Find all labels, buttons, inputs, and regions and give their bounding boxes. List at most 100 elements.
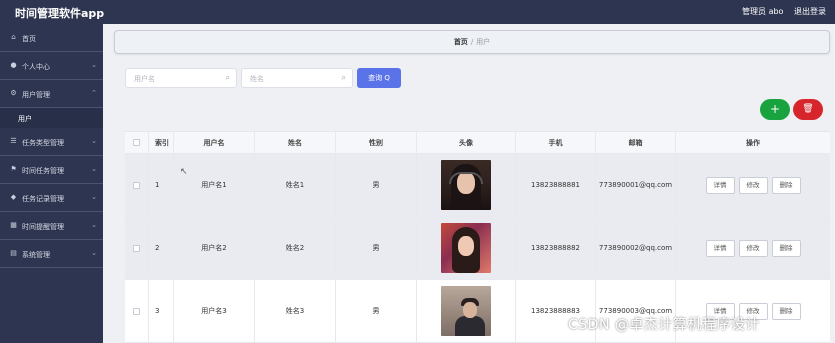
cell-username: 用户名3 xyxy=(174,280,255,342)
sidebar-item-home[interactable]: ⌂ 首页 xyxy=(0,24,103,52)
avatar xyxy=(441,160,491,210)
sidebar-item-time-task[interactable]: ⚑ 时间任务管理 ⌄ xyxy=(0,156,103,184)
grid-icon: ▦ xyxy=(10,221,17,229)
detail-button[interactable]: 详情 xyxy=(705,239,735,257)
sidebar-subitem-users[interactable]: 用户 xyxy=(0,108,103,128)
cell-email: 773890002@qq.com xyxy=(596,217,676,279)
table-row: 1 用户名1 姓名1 男 13823888881 773890001@qq.co… xyxy=(125,154,830,217)
sidebar-item-task-record[interactable]: ◆ 任务记录管理 ⌄ xyxy=(0,184,103,212)
sidebar-item-label: 任务类型管理 xyxy=(22,139,64,147)
batch-delete-button[interactable]: 🗑 xyxy=(793,99,823,120)
cell-index: 2 xyxy=(149,217,174,279)
edit-button[interactable]: 修改 xyxy=(738,176,768,194)
sidebar-item-time-reminder[interactable]: ▦ 时间提醒管理 ⌄ xyxy=(0,212,103,240)
mouse-cursor-icon: ↖ xyxy=(180,167,188,177)
list-icon: ☰ xyxy=(10,137,17,145)
table-row: 2 用户名2 姓名2 男 13823888882 773890002@qq.co… xyxy=(125,217,830,280)
row-checkbox[interactable] xyxy=(133,181,140,189)
chevron-down-icon: ⌄ xyxy=(91,61,97,69)
sidebar-item-label: 系统管理 xyxy=(22,251,50,259)
row-select-cell xyxy=(125,280,149,342)
breadcrumb-home[interactable]: 首页 xyxy=(454,38,468,46)
user-area: 管理员 abo 退出登录 xyxy=(734,6,826,17)
row-select-cell xyxy=(125,217,149,279)
breadcrumb-separator: / xyxy=(470,38,474,46)
user-table: 索引 用户名 姓名 性别 头像 手机 邮箱 操作 1 用户名1 姓名1 男 13… xyxy=(125,131,830,343)
header-name: 姓名 xyxy=(255,132,336,153)
cell-index: 1 xyxy=(149,154,174,216)
header-sex: 性别 xyxy=(336,132,417,153)
plus-icon: + xyxy=(769,102,781,116)
delete-button[interactable]: 删除 xyxy=(771,239,801,257)
cell-name: 姓名2 xyxy=(255,217,336,279)
query-button[interactable]: 查询 Q xyxy=(357,68,401,88)
select-all-cell xyxy=(125,132,149,153)
sidebar-item-system[interactable]: ▤ 系统管理 ⌄ xyxy=(0,240,103,268)
header-ops: 操作 xyxy=(746,138,760,147)
flag-icon: ⚑ xyxy=(10,165,17,173)
table-header-row: 索引 用户名 姓名 性别 头像 手机 邮箱 操作 xyxy=(125,132,830,154)
user-icon: ● xyxy=(10,61,17,69)
sidebar: ⌂ 首页 ● 个人中心 ⌄ ⚙ 用户管理 ⌃ 用户 ☰ 任务类型管理 ⌄ ⚑ 时… xyxy=(0,24,103,343)
sidebar-item-label: 任务记录管理 xyxy=(22,195,64,203)
header-username: 用户名 xyxy=(174,132,255,153)
avatar xyxy=(441,286,491,336)
cell-avatar xyxy=(417,280,516,342)
cell-name: 姓名1 xyxy=(255,154,336,216)
sidebar-item-task-type[interactable]: ☰ 任务类型管理 ⌄ xyxy=(0,128,103,156)
sidebar-item-user-management[interactable]: ⚙ 用户管理 ⌃ xyxy=(0,80,103,108)
chevron-up-icon: ⌃ xyxy=(91,89,97,97)
header-index: 索引 xyxy=(149,132,174,153)
sidebar-item-personal-center[interactable]: ● 个人中心 ⌄ xyxy=(0,52,103,80)
cell-name: 姓名3 xyxy=(255,280,336,342)
search-icon: ⌕ xyxy=(341,73,346,82)
username-placeholder: 用户名 xyxy=(134,75,155,83)
cell-sex: 男 xyxy=(336,154,417,216)
chevron-down-icon: ⌄ xyxy=(91,137,97,145)
watermark: CSDN @卓杰计算机程序设计 xyxy=(568,317,760,333)
chevron-down-icon: ⌄ xyxy=(91,221,97,229)
header-avatar: 头像 xyxy=(417,132,516,153)
logout-link[interactable]: 退出登录 xyxy=(794,7,826,16)
chevron-down-icon: ⌄ xyxy=(91,249,97,257)
breadcrumb: 首页 / 用户 xyxy=(114,30,830,54)
avatar xyxy=(441,223,491,273)
row-select-cell xyxy=(125,154,149,216)
sidebar-subitem-label: 用户 xyxy=(18,115,32,123)
delete-button[interactable]: 删除 xyxy=(771,302,801,320)
detail-button[interactable]: 详情 xyxy=(705,176,735,194)
system-icon: ▤ xyxy=(10,249,17,257)
tag-icon: ◆ xyxy=(10,193,17,201)
sidebar-item-label: 用户管理 xyxy=(22,91,50,99)
app-title: 时间管理软件app xyxy=(15,7,105,20)
name-search-input[interactable]: 姓名 ⌕ xyxy=(241,68,353,88)
home-icon: ⌂ xyxy=(11,33,16,41)
chevron-down-icon: ⌄ xyxy=(91,165,97,173)
trash-icon: 🗑 xyxy=(802,104,814,114)
row-checkbox[interactable] xyxy=(133,307,140,315)
cell-avatar xyxy=(417,154,516,216)
header-email: 邮箱 xyxy=(596,132,676,153)
top-bar: 时间管理软件app 管理员 abo 退出登录 xyxy=(0,0,835,24)
cell-username: 用户名1 xyxy=(174,154,255,216)
edit-button[interactable]: 修改 xyxy=(738,239,768,257)
cell-phone: 13823888882 xyxy=(516,217,596,279)
cell-sex: 男 xyxy=(336,280,417,342)
cell-phone: 13823888881 xyxy=(516,154,596,216)
cell-index: 3 xyxy=(149,280,174,342)
admin-user-label: 管理员 abo xyxy=(742,7,784,16)
search-icon: ⌕ xyxy=(225,73,230,82)
delete-button[interactable]: 删除 xyxy=(771,176,801,194)
cell-avatar xyxy=(417,217,516,279)
cell-email: 773890001@qq.com xyxy=(596,154,676,216)
chevron-down-icon: ⌄ xyxy=(91,193,97,201)
cell-username: 用户名2 xyxy=(174,217,255,279)
select-all-checkbox[interactable] xyxy=(133,139,140,146)
name-placeholder: 姓名 xyxy=(250,75,264,83)
cell-sex: 男 xyxy=(336,217,417,279)
add-button[interactable]: + xyxy=(760,99,790,120)
row-checkbox[interactable] xyxy=(133,244,140,252)
cell-ops: 详情 修改 删除 xyxy=(676,154,830,216)
breadcrumb-current: 用户 xyxy=(476,38,491,46)
username-search-input[interactable]: 用户名 ⌕ xyxy=(125,68,237,88)
